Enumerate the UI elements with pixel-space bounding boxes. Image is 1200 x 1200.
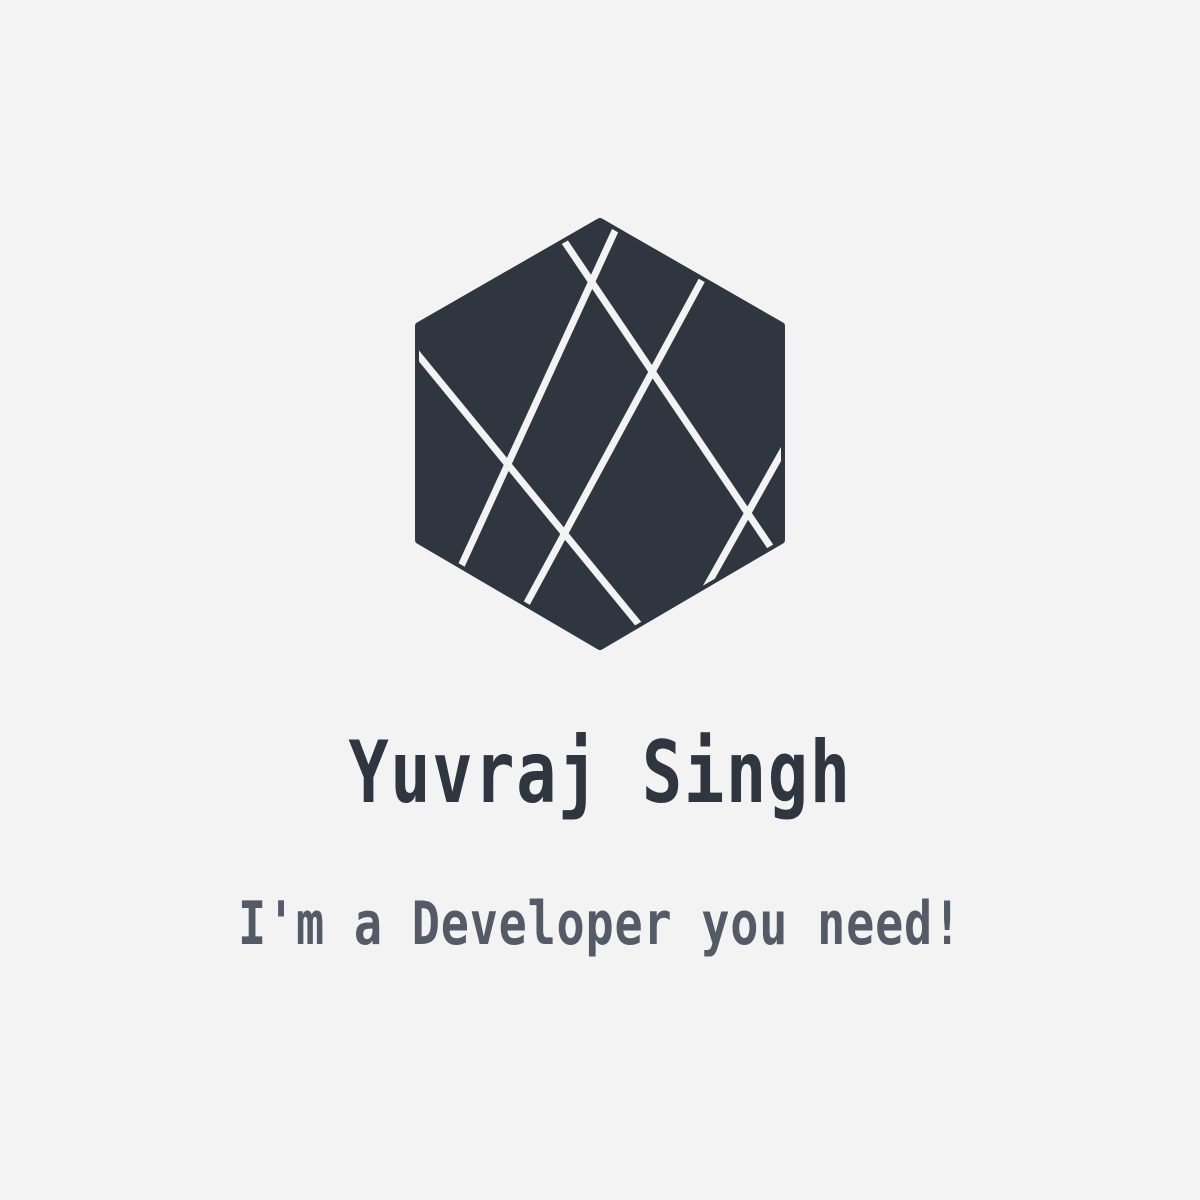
- faceted-hexagon-icon: [415, 218, 785, 650]
- brand-name: Yuvraj Singh: [348, 723, 852, 823]
- brand-tagline: I'm a Developer you need!: [238, 889, 962, 959]
- logo-canvas: Yuvraj Singh I'm a Developer you need!: [0, 0, 1200, 1200]
- logo-mark: [0, 0, 1200, 700]
